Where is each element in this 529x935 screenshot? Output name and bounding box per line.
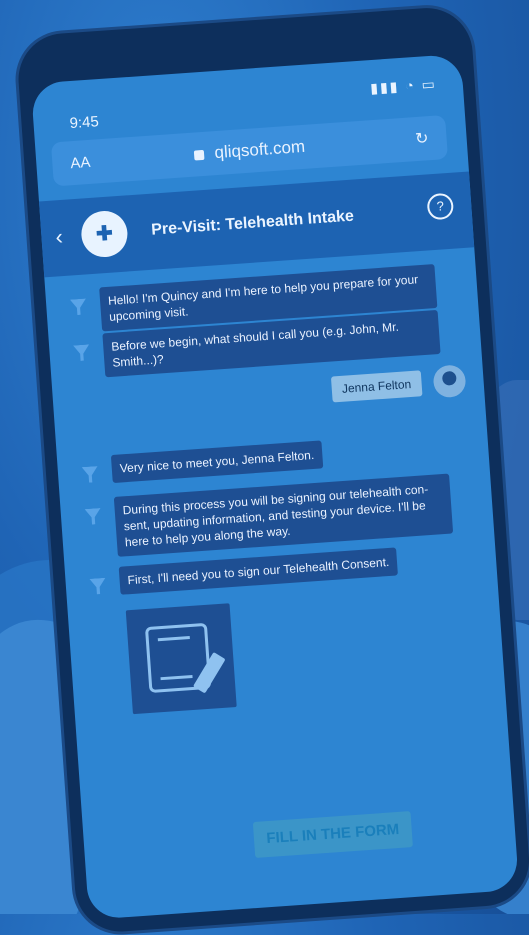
back-icon[interactable]: ‹: [55, 224, 64, 250]
form-lines: [157, 636, 193, 681]
bot-icon: [70, 298, 87, 315]
phone-frame: 9:45 ▮▮▮ ◔ ▭ AA qliqsoft.com ↻ ‹ ✚ Pre-V…: [15, 5, 529, 935]
bot-icon: [82, 466, 99, 483]
chat-thread: Hello! I'm Quincy and I'm here to help y…: [45, 261, 511, 810]
phone-screen: 9:45 ▮▮▮ ◔ ▭ AA qliqsoft.com ↻ ‹ ✚ Pre-V…: [30, 53, 520, 920]
consent-form-tile[interactable]: [125, 603, 237, 715]
help-icon[interactable]: ?: [426, 192, 455, 221]
user-message-row: Jenna Felton: [331, 364, 467, 405]
chat-message: First, I'll need you to sign our Telehea…: [118, 547, 399, 595]
lock-icon: [193, 149, 205, 161]
status-icons: ▮▮▮ ◔ ▭: [369, 75, 438, 97]
user-message: Jenna Felton: [331, 370, 423, 403]
bot-icon: [85, 508, 102, 525]
status-time: 9:45: [69, 113, 100, 133]
bot-icon: [89, 578, 106, 595]
chat-message: During this process you will be signing …: [113, 473, 454, 557]
app-header: ‹ ✚ Pre-Visit: Telehealth Intake ?: [38, 171, 475, 278]
page-title: Pre-Visit: Telehealth Intake: [150, 207, 355, 239]
browser-url-bar[interactable]: AA qliqsoft.com ↻: [50, 114, 449, 187]
chat-message: Very nice to meet you, Jenna Felton.: [110, 440, 324, 484]
url-label[interactable]: qliqsoft.com: [52, 127, 447, 175]
logo-icon: ✚: [79, 209, 129, 259]
reload-icon[interactable]: ↻: [414, 128, 430, 149]
url-text: qliqsoft.com: [213, 136, 306, 163]
status-bar: 9:45 ▮▮▮ ◔ ▭: [31, 54, 464, 132]
bot-icon: [73, 344, 90, 361]
fill-form-button[interactable]: FILL IN THE FORM: [252, 811, 413, 859]
avatar: [432, 364, 467, 399]
